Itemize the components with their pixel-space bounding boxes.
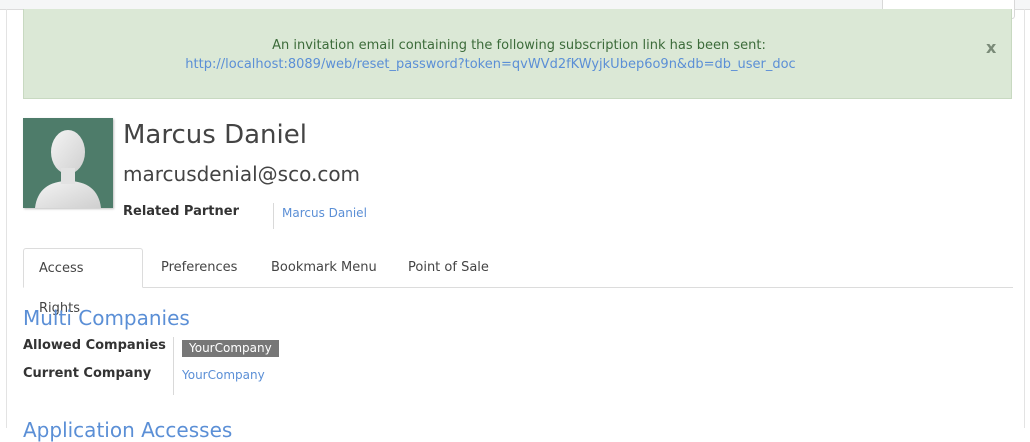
related-partner-link[interactable]: Marcus Daniel [282, 206, 367, 220]
close-alert-button[interactable]: x [986, 38, 996, 57]
allowed-companies-label: Allowed Companies [23, 338, 166, 353]
related-partner-label: Related Partner [123, 204, 239, 219]
field-separator [173, 337, 174, 395]
current-company-link[interactable]: YourCompany [182, 368, 265, 382]
form-tabs: Access Rights Preferences Bookmark Menu … [23, 248, 1013, 316]
multi-companies-title: Multi Companies [23, 306, 190, 330]
alert-message: An invitation email containing the follo… [272, 38, 766, 53]
tab-access-rights[interactable]: Access Rights [23, 248, 143, 316]
sheet-right-border [1024, 9, 1025, 428]
tab-point-of-sale[interactable]: Point of Sale [408, 248, 489, 288]
user-email: marcusdenial@sco.com [123, 162, 361, 186]
user-name: Marcus Daniel [123, 120, 307, 150]
application-accesses-title: Application Accesses [23, 418, 233, 442]
tab-bookmark-menu[interactable]: Bookmark Menu [271, 248, 377, 288]
current-company-label: Current Company [23, 366, 152, 381]
sheet-left-border [6, 9, 7, 428]
tab-preferences[interactable]: Preferences [161, 248, 237, 288]
field-separator [273, 203, 274, 229]
subscription-link[interactable]: http://localhost:8089/web/reset_password… [24, 57, 957, 72]
invitation-alert: An invitation email containing the follo… [23, 9, 1012, 99]
allowed-company-tag[interactable]: YourCompany [182, 340, 279, 357]
user-avatar[interactable] [23, 118, 113, 208]
user-silhouette-icon [35, 130, 101, 208]
